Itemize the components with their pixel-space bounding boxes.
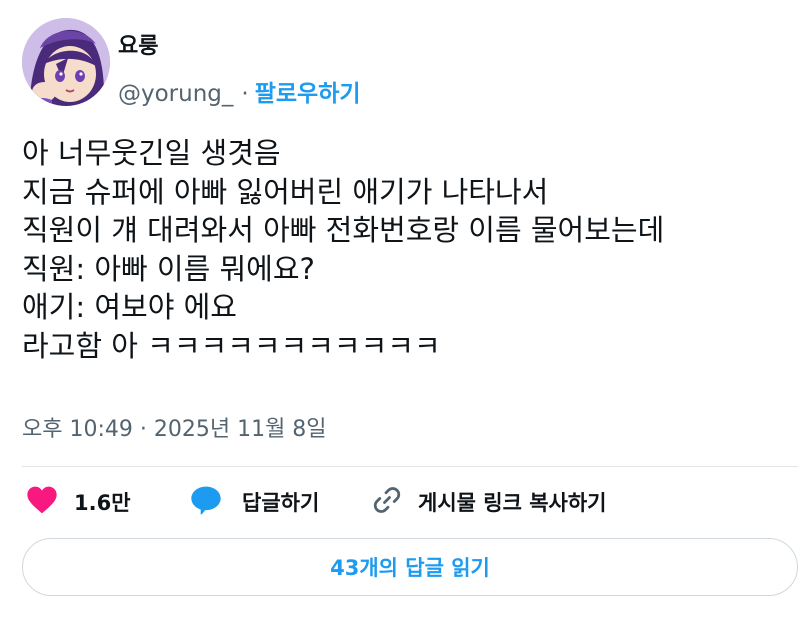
tweet-line: 직원이 걔 대려와서 아빠 전화번호랑 이름 물어보는데 xyxy=(22,213,665,247)
heart-icon xyxy=(26,485,58,519)
link-icon xyxy=(372,485,402,519)
copy-link-button[interactable]: 게시물 링크 복사하기 xyxy=(372,482,607,522)
divider xyxy=(22,466,798,467)
reply-label: 답글하기 xyxy=(242,491,320,515)
tweet-timestamp[interactable]: 오후 10:49 · 2025년 11월 8일 xyxy=(22,411,327,443)
action-bar: 1.6만 답글하기 게시물 링크 복사하기 xyxy=(22,482,782,522)
tweet-line: 아 너무웃긴일 생겻음 xyxy=(22,136,281,170)
tweet-line: 지금 슈퍼에 아빠 잃어버린 애기가 나타나서 xyxy=(22,174,549,209)
like-count: 1.6만 xyxy=(74,491,131,515)
tweet-line: 라고함 아 ㅋㅋㅋㅋㅋㅋㅋㅋㅋㅋㅋ xyxy=(22,328,441,363)
reply-button[interactable]: 답글하기 xyxy=(190,482,319,522)
read-replies-button[interactable]: 43개의 답글 읽기 xyxy=(22,538,798,596)
avatar[interactable] xyxy=(22,18,110,106)
tweet-header: 요룽 @yorung_ · 팔로우하기 xyxy=(22,18,782,108)
speech-bubble-icon xyxy=(190,485,222,519)
like-button[interactable]: 1.6만 xyxy=(26,482,131,522)
user-handle[interactable]: @yorung_ xyxy=(118,81,233,107)
follow-link[interactable]: 팔로우하기 xyxy=(255,81,361,107)
copy-link-label: 게시물 링크 복사하기 xyxy=(418,491,607,515)
tweet-line: 직원: 아빠 이름 뭐에요? xyxy=(22,251,315,286)
tweet-line: 애기: 여보야 에요 xyxy=(22,290,237,324)
read-replies-label: 43개의 답글 읽기 xyxy=(330,556,490,580)
tweet-text: 아 너무웃긴일 생겻음 지금 슈퍼에 아빠 잃어버린 애기가 나타나서 직원이 … xyxy=(22,134,782,365)
handle-row: @yorung_ · 팔로우하기 xyxy=(118,74,361,108)
display-name[interactable]: 요룽 xyxy=(118,28,158,60)
separator-dot: · xyxy=(241,81,249,107)
